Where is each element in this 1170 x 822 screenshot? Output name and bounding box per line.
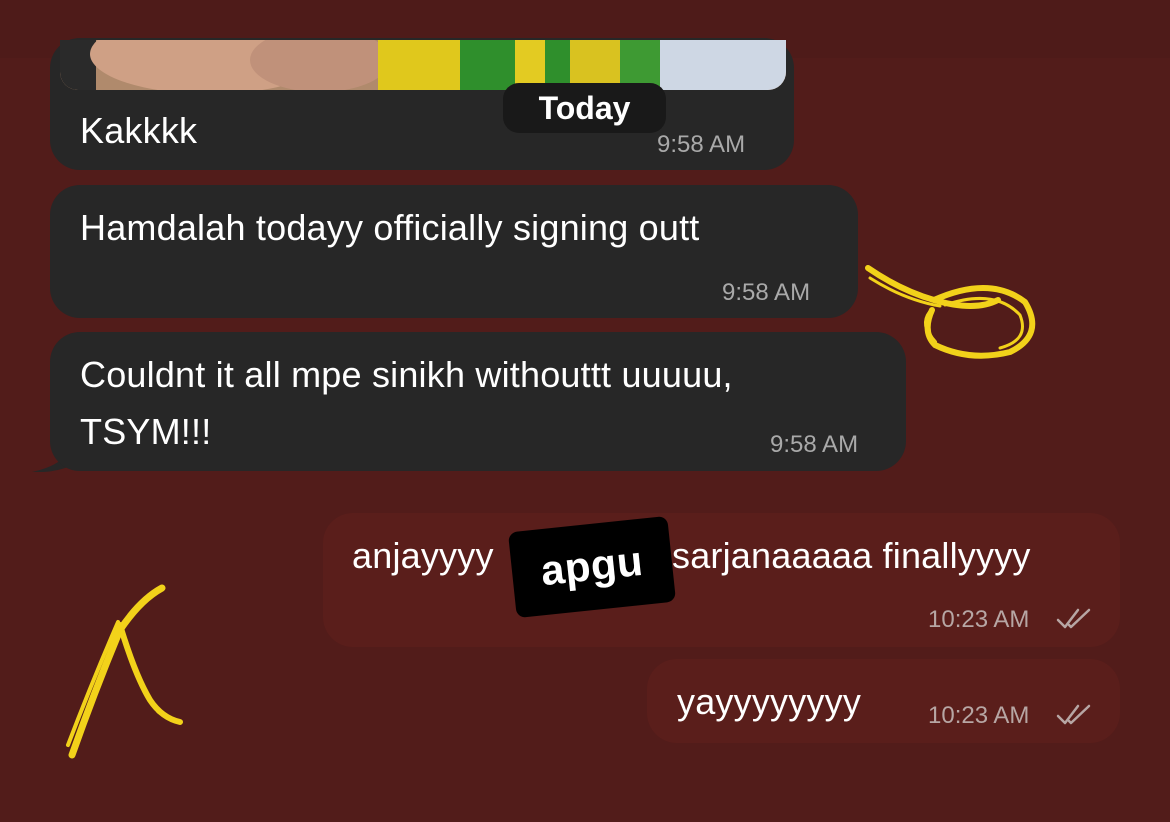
yellow-doodle-annotations: [66, 265, 1036, 759]
chat-screen: Kakkkk 9:58 AM Today Hamdalah todayy off…: [0, 0, 1170, 822]
